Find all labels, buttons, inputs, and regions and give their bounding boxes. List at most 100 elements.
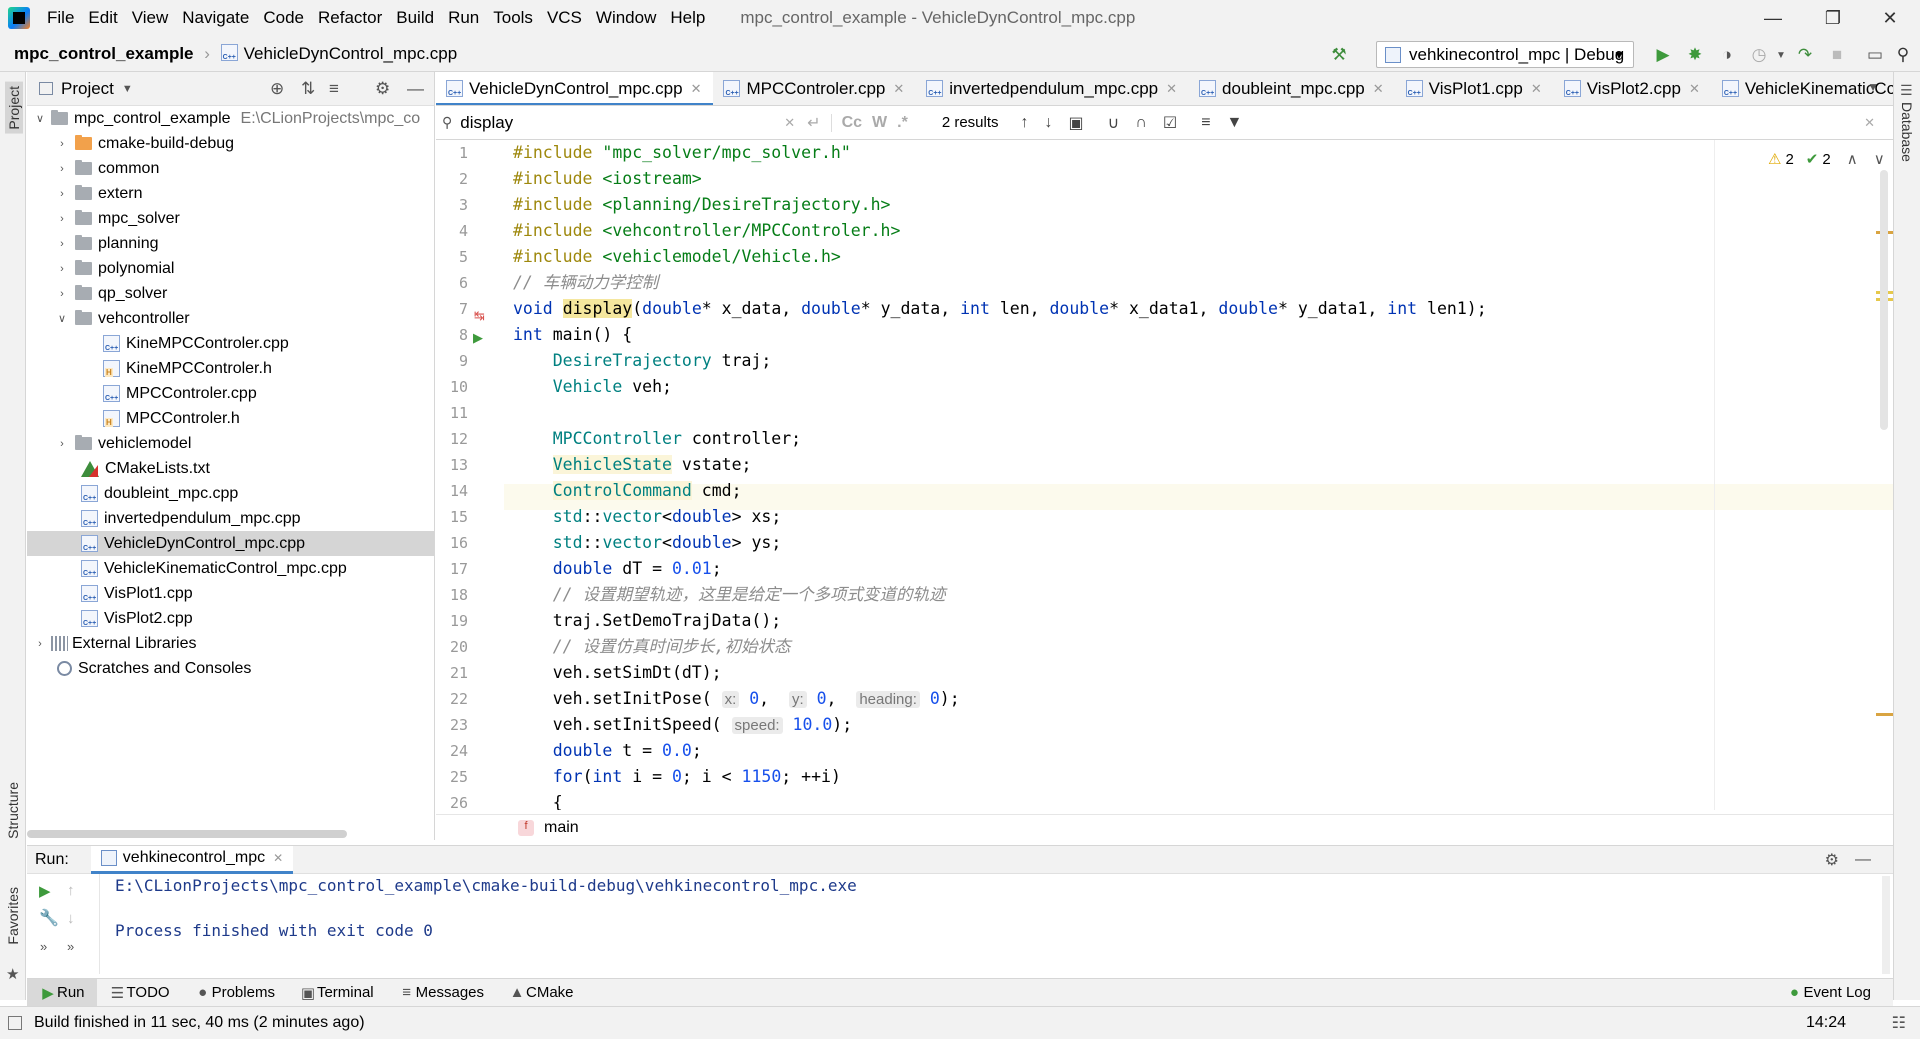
- menu-build[interactable]: Build: [389, 8, 441, 28]
- search-input[interactable]: display: [460, 113, 780, 133]
- menu-file[interactable]: File: [40, 8, 81, 28]
- match-case-button[interactable]: Cc: [831, 114, 862, 132]
- tool-tab-cmake[interactable]: ▲CMake: [496, 979, 586, 1007]
- previous-occurrence-icon[interactable]: ↑: [1021, 114, 1029, 132]
- build-hammer-icon[interactable]: ⚒: [1328, 44, 1350, 66]
- tree-item-kinempccontroler-h[interactable]: KineMPCControler.h: [27, 356, 434, 381]
- attach-debugger-icon[interactable]: ↷: [1794, 44, 1816, 66]
- tree-item-mpccontroler-h[interactable]: MPCControler.h: [27, 406, 434, 431]
- tree-item-planning[interactable]: ›planning: [27, 231, 434, 256]
- close-find-icon[interactable]: ✕: [1864, 115, 1875, 131]
- console-scrollbar[interactable]: [1882, 876, 1890, 974]
- tree-item-external-libraries[interactable]: ›External Libraries: [27, 631, 434, 656]
- run-configuration-select[interactable]: vehkinecontrol_mpc | Debug ▼: [1376, 41, 1634, 68]
- tree-root[interactable]: ∨ mpc_control_example E:\CLionProjects\m…: [27, 106, 434, 131]
- tab-list-chevron-icon[interactable]: ▼: [1867, 80, 1879, 94]
- menu-code[interactable]: Code: [256, 8, 311, 28]
- tree-item-invertedpendulum-mpc[interactable]: invertedpendulum_mpc.cpp: [27, 506, 434, 531]
- stop-icon[interactable]: ■: [1826, 44, 1848, 66]
- collapse-all-icon[interactable]: ≡: [329, 79, 339, 99]
- tree-item-vehcontroller[interactable]: ∨vehcontroller: [27, 306, 434, 331]
- filter-icon[interactable]: ▼: [1227, 114, 1243, 132]
- declaration-navigation-icon[interactable]: ↹: [474, 308, 485, 324]
- more-actions-icon[interactable]: »: [40, 939, 47, 954]
- error-stripe-mark[interactable]: [1876, 713, 1893, 716]
- tool-tab-run[interactable]: ▶Run: [27, 979, 97, 1007]
- tool-tab-todo[interactable]: ☰TODO: [97, 979, 182, 1007]
- tree-item-common[interactable]: ›common: [27, 156, 434, 181]
- chevron-up-icon[interactable]: ∧: [1847, 150, 1858, 168]
- add-occurrence-icon[interactable]: ∪: [1108, 113, 1120, 133]
- close-icon[interactable]: ✕: [1166, 81, 1177, 97]
- run-with-coverage-icon[interactable]: ◑: [1716, 44, 1738, 66]
- hide-panel-icon[interactable]: —: [1855, 851, 1871, 869]
- run-icon[interactable]: ▶: [1652, 44, 1674, 66]
- tree-item-cmakelists[interactable]: CMakeLists.txt: [27, 456, 434, 481]
- more-run-chevron-icon[interactable]: ▼: [1770, 44, 1792, 66]
- chevron-right-icon[interactable]: ›: [55, 438, 69, 450]
- minimize-icon[interactable]: —: [1745, 0, 1801, 36]
- next-occurrence-icon[interactable]: ↓: [1045, 114, 1053, 132]
- chevron-right-icon[interactable]: ›: [55, 163, 69, 175]
- memory-indicator-icon[interactable]: ☷: [1892, 1013, 1906, 1033]
- menu-window[interactable]: Window: [589, 8, 663, 28]
- menu-help[interactable]: Help: [663, 8, 712, 28]
- tab-invertedpendulum-mpc[interactable]: invertedpendulum_mpc.cpp✕: [916, 72, 1189, 106]
- debug-icon[interactable]: ✸: [1684, 44, 1706, 66]
- breadcrumb-project[interactable]: mpc_control_example: [14, 44, 194, 63]
- maximize-icon[interactable]: ❐: [1805, 0, 1861, 36]
- vertical-scrollbar[interactable]: [1880, 170, 1888, 430]
- database-tool-button[interactable]: Database: [1899, 102, 1915, 162]
- chevron-right-icon[interactable]: ›: [55, 188, 69, 200]
- tree-item-vehicledyncontrol-mpc[interactable]: VehicleDynControl_mpc.cpp: [27, 531, 434, 556]
- scroll-up-icon[interactable]: ↑: [67, 882, 75, 899]
- chevron-right-icon[interactable]: ›: [55, 263, 69, 275]
- layout-icon[interactable]: ▭: [1864, 44, 1886, 66]
- project-panel-title[interactable]: Project: [61, 79, 114, 99]
- select-all-occurrences-icon[interactable]: ☑: [1163, 113, 1177, 133]
- tree-item-vehiclemodel[interactable]: ›vehiclemodel: [27, 431, 434, 456]
- structure-tool-button[interactable]: Structure: [5, 782, 21, 839]
- chevron-down-icon[interactable]: ∨: [33, 112, 47, 125]
- breadcrumb-file[interactable]: VehicleDynControl_mpc.cpp: [244, 44, 458, 63]
- menu-view[interactable]: View: [125, 8, 176, 28]
- tree-item-qp-solver[interactable]: ›qp_solver: [27, 281, 434, 306]
- tool-tab-messages[interactable]: ≡Messages: [386, 979, 496, 1007]
- tab-visplot2[interactable]: VisPlot2.cpp✕: [1554, 72, 1712, 106]
- chevron-down-icon[interactable]: ▼: [122, 83, 133, 95]
- gear-icon[interactable]: ⚙: [375, 79, 390, 99]
- tree-item-kinempccontroler-cpp[interactable]: KineMPCControler.cpp: [27, 331, 434, 356]
- tree-item-cmake-build-debug[interactable]: ›cmake-build-debug: [27, 131, 434, 156]
- console-output[interactable]: E:\CLionProjects\mpc_control_example\cma…: [115, 876, 857, 940]
- scroll-down-icon[interactable]: ↓: [67, 910, 75, 927]
- expand-all-icon[interactable]: ⇅: [301, 79, 315, 99]
- menu-navigate[interactable]: Navigate: [175, 8, 256, 28]
- tool-tab-event-log[interactable]: ●Event Log: [1773, 979, 1883, 1007]
- tab-vehiclekinematiccontrol[interactable]: VehicleKinematicCc: [1712, 72, 1893, 106]
- tree-item-mpc-solver[interactable]: ›mpc_solver: [27, 206, 434, 231]
- tool-tab-problems[interactable]: ●Problems: [182, 979, 287, 1007]
- toggle-tool-windows-icon[interactable]: [8, 1016, 22, 1030]
- select-occurrences-icon[interactable]: ▣: [1069, 113, 1084, 133]
- menu-run[interactable]: Run: [441, 8, 486, 28]
- favorites-tool-button[interactable]: Favorites: [5, 887, 21, 945]
- remove-occurrence-icon[interactable]: ∩: [1135, 114, 1147, 132]
- menu-tools[interactable]: Tools: [486, 8, 540, 28]
- chevron-right-icon[interactable]: ›: [55, 213, 69, 225]
- tree-item-doubleint-mpc[interactable]: doubleint_mpc.cpp: [27, 481, 434, 506]
- gear-icon[interactable]: ⚙: [1825, 850, 1839, 870]
- tree-item-polynomial[interactable]: ›polynomial: [27, 256, 434, 281]
- chevron-right-icon[interactable]: ›: [55, 138, 69, 150]
- chevron-down-icon[interactable]: ∨: [1874, 150, 1885, 168]
- rerun-icon[interactable]: ▶: [39, 882, 51, 900]
- project-tool-button[interactable]: Project: [5, 82, 23, 134]
- run-tab-vehkinecontrol[interactable]: vehkinecontrol_mpc ✕: [91, 846, 293, 874]
- close-icon[interactable]: ✕: [691, 81, 702, 97]
- tab-vehicledyncontrol-mpc[interactable]: VehicleDynControl_mpc.cpp✕: [436, 72, 713, 106]
- horizontal-scrollbar[interactable]: [27, 830, 347, 838]
- tab-visplot1[interactable]: VisPlot1.cpp✕: [1396, 72, 1554, 106]
- tree-item-vehiclekinematiccontrol-mpc[interactable]: VehicleKinematicControl_mpc.cpp: [27, 556, 434, 581]
- chevron-right-icon[interactable]: ›: [55, 288, 69, 300]
- chevron-right-icon[interactable]: ›: [33, 638, 47, 650]
- tree-item-scratches[interactable]: Scratches and Consoles: [27, 656, 434, 681]
